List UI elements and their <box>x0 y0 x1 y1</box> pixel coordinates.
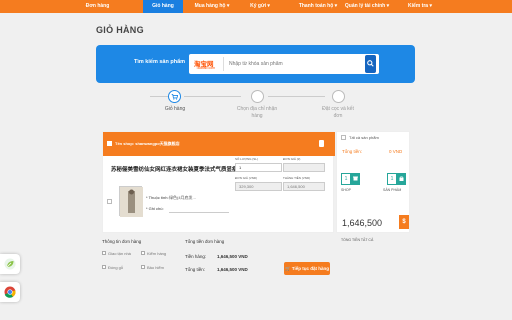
step-deposit-label: Đặt cọc và kết đơn <box>322 106 354 119</box>
chrome-button[interactable] <box>0 282 20 302</box>
shop-delete-icon[interactable] <box>319 140 324 147</box>
product-image <box>119 186 143 217</box>
summary-total-value: 0 VND <box>389 149 403 154</box>
continue-order-label: Tiếp tục đặt hàng <box>291 266 330 271</box>
summary-panel: Tất cả sản phẩm Tổng tiền: 0 VND 1 SHOP … <box>336 131 410 233</box>
bag-icon <box>399 176 404 181</box>
shop-checkbox[interactable] <box>107 141 112 146</box>
nav-finance[interactable]: Quản lý tài chính ▾ <box>342 0 392 13</box>
shop-header: Tên shop: shanwangpo天猫旗舰店 <box>103 132 335 156</box>
shop-count-side <box>351 173 360 185</box>
nav-purchase-service[interactable]: Mua hàng hộ ▾ <box>188 0 236 13</box>
chrome-icon <box>4 286 16 298</box>
cart-icon <box>171 93 178 100</box>
search-box: 淘宝网 Taobao.com <box>189 54 379 74</box>
step-line-mid <box>184 96 241 97</box>
unit-price-vnd-label: ĐƠN GIÁ (VND) <box>235 176 258 180</box>
item-checkbox[interactable] <box>107 199 112 204</box>
quantity-input[interactable] <box>235 163 282 172</box>
top-nav: Đơn hàng Giỏ hàng Mua hàng hộ ▾ Ký gửi ▾… <box>0 0 512 13</box>
service-inspection-checkbox[interactable] <box>141 251 145 255</box>
taobao-logo: 淘宝网 Taobao.com <box>192 57 224 71</box>
attr-color-value[interactable]: 绿色(4月底发... <box>169 195 196 201</box>
leaf-extension-icon <box>4 258 16 270</box>
nav-payment-service[interactable]: Thanh toán hộ ▾ <box>296 0 340 13</box>
shop-count: 1 <box>341 173 351 185</box>
search-input[interactable] <box>229 58 369 70</box>
unit-price-vnd-field: 329,300 <box>235 182 282 191</box>
service-home-delivery-checkbox[interactable] <box>102 251 106 255</box>
service-wood-packing-label: Đóng gỗ <box>108 265 124 270</box>
subtotal-field: 1,646,500 <box>283 182 325 191</box>
product-count: 1 <box>387 173 397 185</box>
service-wood-packing-checkbox[interactable] <box>102 265 106 269</box>
order-info-title: Thông tin đơn hàng <box>102 239 142 244</box>
subtotal-label: THÀNH TIỀN (VND) <box>283 176 311 180</box>
order-total-title: Tổng tiền đơn hàng <box>185 239 225 244</box>
select-all-checkbox[interactable] <box>341 135 346 140</box>
select-all-label: Tất cả sản phẩm <box>349 135 379 140</box>
step-address-circle <box>251 90 264 103</box>
product-count-label: SẢN PHẨM <box>383 188 402 192</box>
unit-price-cny-label: ĐƠN GIÁ (¥) <box>283 157 301 161</box>
step-cart-label: Giỏ hàng <box>164 106 186 112</box>
store-icon <box>353 176 358 181</box>
order-total-label: Tổng tiền: <box>185 267 206 272</box>
search-icon <box>367 60 374 67</box>
search-banner: Tìm kiếm sản phẩm 淘宝网 Taobao.com <box>96 45 415 83</box>
note-input[interactable] <box>169 212 229 213</box>
order-total-value: 1,646,500 VND <box>217 267 248 272</box>
grand-total-value: 1,646,500 <box>342 218 383 228</box>
dollar-icon: $ <box>399 215 409 229</box>
service-insurance-label: Bảo hiểm <box>147 265 164 270</box>
continue-order-button[interactable]: 🛒 Tiếp tục đặt hàng <box>284 262 330 275</box>
shop-name: Tên shop: shanwangpo天猫旗舰店 <box>115 140 180 146</box>
cart-icon: 🛒 <box>284 266 292 271</box>
extension-button[interactable] <box>0 254 20 274</box>
product-count-side <box>397 173 406 185</box>
nav-check[interactable]: Kiểm tra ▾ <box>400 0 440 13</box>
service-inspection-label: Kiểm hàng <box>147 251 167 256</box>
step-line-right <box>268 96 325 97</box>
page-title: GIỎ HÀNG <box>96 25 144 35</box>
service-insurance-checkbox[interactable] <box>141 265 145 269</box>
goods-total-label: Tiền hàng: <box>185 254 207 259</box>
taobao-logo-en: Taobao.com <box>196 65 216 70</box>
nav-cart[interactable]: Giỏ hàng <box>143 0 183 13</box>
search-button[interactable] <box>365 55 376 73</box>
step-cart-circle <box>168 90 181 103</box>
step-address-label: Chọn địa chỉ nhận hàng <box>236 106 278 119</box>
unit-price-cny-field <box>283 163 325 172</box>
search-label: Tìm kiếm sản phẩm <box>134 59 186 65</box>
attr-color-label: * Thuộc tính: <box>146 195 169 200</box>
summary-total-label: Tổng tiền: <box>342 149 363 154</box>
qty-label: SỐ LƯỢNG (SL) <box>235 157 258 161</box>
note-label: * Ghi chú: <box>146 206 164 211</box>
product-photo <box>120 187 143 217</box>
service-home-delivery-label: Giao tận nhà <box>108 251 131 256</box>
shop-count-label: SHOP <box>341 188 351 192</box>
step-deposit-circle <box>332 90 345 103</box>
goods-total-value: 1,646,500 VND <box>217 254 248 259</box>
nav-consignment[interactable]: Ký gửi ▾ <box>243 0 277 13</box>
grand-total-label: TỔNG TIỀN TẤT CẢ <box>341 238 374 242</box>
nav-orders[interactable]: Đơn hàng <box>75 0 120 13</box>
